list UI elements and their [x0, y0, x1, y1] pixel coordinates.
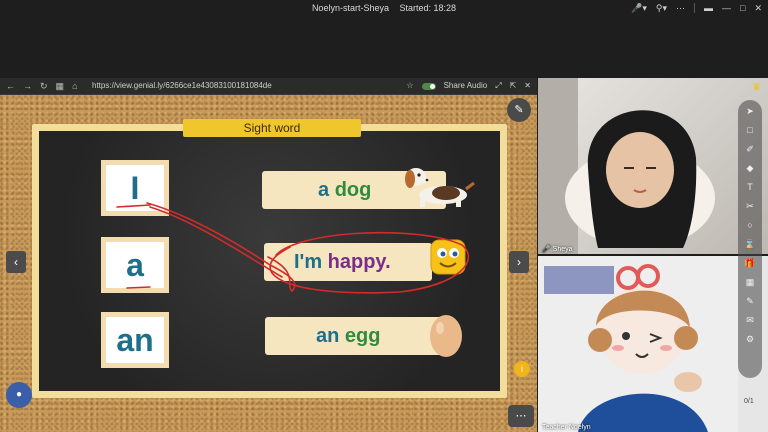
share-audio-label: Share Audio: [443, 81, 488, 90]
teacher-video: Teacher Noelyn: [538, 256, 768, 432]
previous-slide-button[interactable]: ‹: [6, 251, 26, 273]
assistant-icon[interactable]: ●: [6, 382, 32, 408]
camera-icon[interactable]: ▬: [704, 2, 713, 14]
reload-icon[interactable]: ↻: [40, 78, 48, 94]
cursor-icon[interactable]: ➤: [746, 106, 754, 116]
teacher-name-label: Teacher Noelyn: [542, 424, 591, 431]
meeting-name: Noelyn-start-Sheya: [311, 3, 389, 13]
title-bar: Noelyn-start-Sheya Started: 18:28 🎤▾ ⚲▾ …: [0, 0, 768, 78]
text-icon[interactable]: T: [747, 182, 753, 192]
eraser-icon[interactable]: ◆: [747, 163, 754, 173]
gift-icon[interactable]: 🎁: [744, 258, 755, 268]
student-video-image: [538, 78, 715, 254]
teacher-video-image: [538, 256, 738, 432]
home-icon[interactable]: ⌂: [72, 78, 77, 94]
student-name: Sheya: [552, 246, 573, 253]
shape-icon[interactable]: ○: [747, 220, 752, 230]
separator: [694, 3, 696, 13]
chat-icon[interactable]: ✉: [746, 315, 754, 325]
expand-icon[interactable]: ⤢: [495, 78, 501, 94]
student-video: 🎤 Sheya: [538, 78, 768, 254]
back-icon[interactable]: ←: [6, 78, 15, 94]
location-icon[interactable]: ⚲▾: [656, 2, 667, 14]
popout-icon[interactable]: ⇱: [510, 78, 517, 94]
qr-icon[interactable]: ▦: [56, 78, 65, 94]
select-icon[interactable]: □: [747, 125, 752, 135]
crown-icon: ♛: [752, 82, 761, 93]
page-counter: 0/1: [744, 398, 754, 405]
meeting-start-time: Started: 18:28: [399, 3, 457, 13]
mic-icon[interactable]: 🎤▾: [631, 2, 647, 14]
maximize-icon[interactable]: □: [740, 2, 745, 14]
share-audio-toggle[interactable]: [421, 82, 436, 90]
brush-icon[interactable]: ✐: [746, 144, 754, 154]
more-icon[interactable]: ⋯: [676, 2, 685, 14]
browser-toolbar: ← → ↻ ▦ ⌂ https://view.genial.ly/6266ce1…: [0, 78, 537, 95]
whiteboard-toolbar: ➤ □ ✐ ◆ T ✂ ○ ⌛ 🎁 ▦ ✎ ✉ ⚙: [738, 100, 762, 378]
scissors-icon[interactable]: ✂: [746, 201, 754, 211]
pencil-icon[interactable]: ✎: [507, 98, 531, 122]
close-icon[interactable]: ✕: [754, 2, 762, 14]
browser-close-icon[interactable]: ✕: [524, 78, 531, 94]
layout-icon[interactable]: ▦: [746, 277, 755, 287]
timer-icon[interactable]: ⌛: [744, 239, 755, 249]
lesson-slide: Sight word I a an a dog I'm happy. an eg…: [0, 95, 537, 432]
student-name-label: 🎤 Sheya: [542, 246, 573, 253]
settings-icon[interactable]: ⚙: [746, 334, 754, 344]
annotation-ink: [116, 202, 470, 294]
edit-icon[interactable]: ✎: [746, 296, 754, 306]
minimize-icon[interactable]: —: [722, 2, 731, 14]
next-slide-button[interactable]: ›: [509, 251, 529, 273]
address-bar[interactable]: https://view.genial.ly/6266ce1e430831001…: [92, 78, 272, 94]
forward-icon[interactable]: →: [23, 78, 32, 94]
more-options-icon[interactable]: ⋯: [508, 405, 534, 427]
info-icon[interactable]: i: [514, 361, 530, 377]
star-icon[interactable]: ☆: [406, 78, 413, 94]
